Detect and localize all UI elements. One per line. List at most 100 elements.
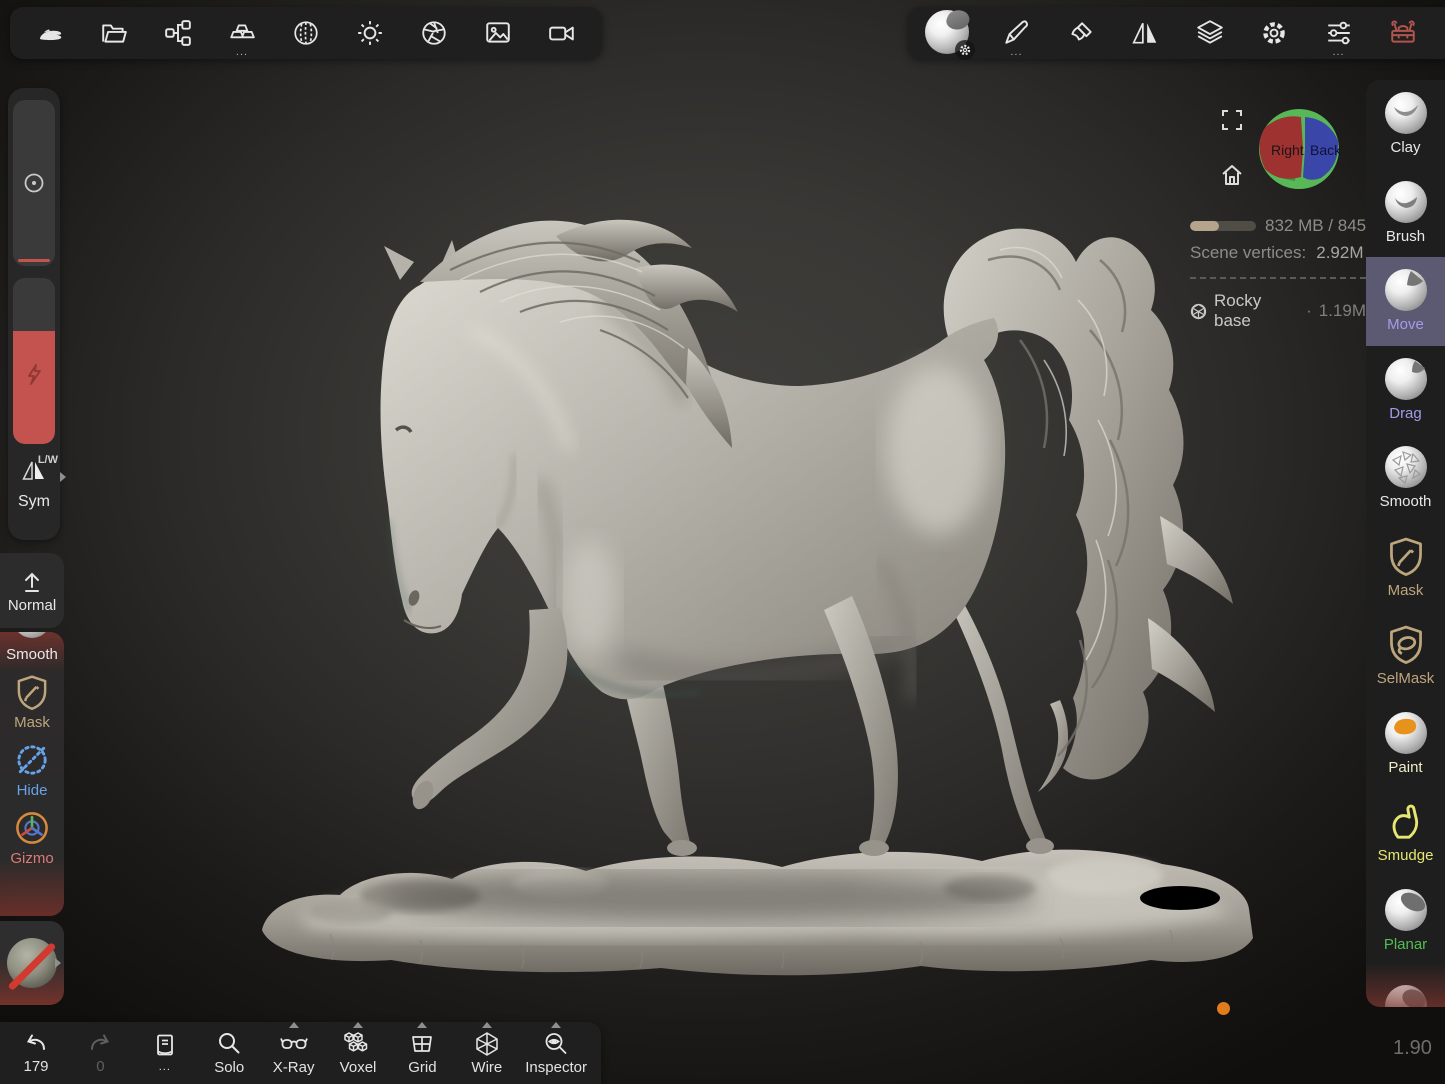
- orientation-sphere[interactable]: Right Back: [1257, 107, 1341, 196]
- app-logo-button[interactable]: [28, 10, 72, 56]
- horse-body: [381, 246, 1006, 699]
- tool-mask[interactable]: Mask: [1366, 523, 1445, 612]
- solo-button[interactable]: Solo: [203, 1031, 255, 1076]
- parameters-button[interactable]: ...: [1317, 10, 1361, 56]
- quick-tool-hide[interactable]: Hide: [0, 741, 64, 799]
- sun-icon: [356, 19, 384, 47]
- symmetry-button[interactable]: [1123, 10, 1167, 56]
- stroke-mode-label: Normal: [8, 597, 56, 614]
- fullscreen-button[interactable]: [1221, 109, 1243, 136]
- overflow-dots: ...: [236, 48, 248, 56]
- tool-label: Move: [1387, 316, 1424, 333]
- tool-smooth[interactable]: Smooth: [1366, 434, 1445, 523]
- near-hind-leg: [824, 596, 898, 856]
- top-right-toolbar: ... ...: [908, 7, 1445, 59]
- folder-icon: [100, 19, 128, 47]
- material-expand-arrow[interactable]: [55, 958, 61, 968]
- tool-planar[interactable]: Planar: [1366, 877, 1445, 966]
- nav-face-back[interactable]: Back: [1310, 142, 1342, 158]
- sidebar-scroll-fade: [1366, 963, 1445, 1007]
- intensity-slider[interactable]: [13, 278, 55, 444]
- active-object-vertices: 1.19M: [1319, 301, 1366, 321]
- undo-button[interactable]: 179: [10, 1032, 62, 1075]
- mirror-icon: [1131, 19, 1159, 47]
- sliders-icon: [1325, 19, 1353, 47]
- lighting-button[interactable]: [348, 10, 392, 56]
- stroke-button[interactable]: ...: [994, 10, 1038, 56]
- video-camera-icon: [548, 19, 576, 47]
- tool-drag[interactable]: Drag: [1366, 346, 1445, 435]
- symmetry-toggle[interactable]: L/W Sym: [8, 460, 60, 511]
- material-disabled-panel[interactable]: [0, 921, 64, 1005]
- normal-arrow-icon: [19, 568, 45, 594]
- toolbox-button[interactable]: [1381, 10, 1425, 56]
- material-sphere-icon: [7, 938, 57, 988]
- camera-button[interactable]: [540, 10, 584, 56]
- sym-expand-arrow[interactable]: [60, 472, 66, 482]
- tool-label: Smooth: [1380, 493, 1432, 510]
- rocky-base: [262, 850, 1253, 976]
- history-button[interactable]: ...: [139, 1033, 191, 1073]
- quick-tools-panel: Smooth Mask Hide Gizmo: [0, 632, 64, 916]
- object-separator: ·: [1306, 301, 1312, 321]
- panel-caret: [417, 1022, 427, 1028]
- grid-icon: [409, 1031, 435, 1057]
- brush-preview-button[interactable]: [922, 10, 974, 56]
- bottom-item-label: Solo: [214, 1059, 244, 1076]
- radius-slider-value: [18, 259, 50, 262]
- notebook-icon: [153, 1033, 177, 1059]
- move-sphere-icon: [1385, 269, 1427, 311]
- image-icon: [484, 19, 512, 47]
- node-graph-icon: [164, 19, 192, 47]
- background-button[interactable]: ...: [220, 10, 264, 56]
- bottom-item-label: Inspector: [525, 1059, 587, 1076]
- postprocess-button[interactable]: [412, 10, 456, 56]
- sculpt-viewport[interactable]: Right Back 832 MB / 845 M Scene vertices…: [0, 0, 1445, 1084]
- scene-info-panel: 832 MB / 845 M Scene vertices: 2.92M Roc…: [1190, 216, 1366, 331]
- separator-dashed: [1190, 277, 1366, 279]
- wire-button[interactable]: Wire: [461, 1031, 513, 1076]
- drag-sphere-icon: [1385, 358, 1427, 400]
- intensity-lightning-icon: [21, 361, 47, 387]
- grid-button[interactable]: Grid: [396, 1031, 448, 1076]
- tool-paint[interactable]: Paint: [1366, 700, 1445, 789]
- render-image-button[interactable]: [476, 10, 520, 56]
- mask-shield-icon: [1385, 535, 1427, 577]
- nav-face-right[interactable]: Right: [1271, 142, 1304, 158]
- scene-graph-button[interactable]: [156, 10, 200, 56]
- quick-tool-smooth[interactable]: Smooth: [0, 646, 64, 663]
- home-button[interactable]: [1220, 163, 1244, 192]
- tool-selmask[interactable]: SelMask: [1366, 611, 1445, 700]
- quick-tool-mask[interactable]: Mask: [0, 673, 64, 731]
- far-legs: [612, 576, 1054, 856]
- stroke-mode-panel[interactable]: Normal: [0, 553, 64, 628]
- intensity-slider-fill: [13, 331, 55, 444]
- selmask-shield-icon: [1385, 623, 1427, 665]
- tool-move-selected[interactable]: Move: [1366, 257, 1445, 346]
- inspector-eye-icon: [543, 1031, 569, 1057]
- radius-slider[interactable]: [13, 100, 55, 266]
- tool-clay[interactable]: Clay: [1366, 80, 1445, 169]
- mane: [420, 220, 738, 448]
- tool-smudge[interactable]: Smudge: [1366, 788, 1445, 877]
- quick-tool-gizmo[interactable]: Gizmo: [0, 809, 64, 867]
- zoom-level: 1.90: [1393, 1037, 1432, 1060]
- material-button[interactable]: [1059, 10, 1103, 56]
- settings-button[interactable]: [1252, 10, 1296, 56]
- redo-button[interactable]: 0: [74, 1032, 126, 1075]
- active-object-name[interactable]: Rocky base: [1214, 291, 1299, 331]
- layers-button[interactable]: [1188, 10, 1232, 56]
- raised-front-leg: [409, 608, 568, 812]
- bottom-item-label: Grid: [408, 1059, 436, 1076]
- memory-text: 832 MB / 845 M: [1265, 216, 1366, 236]
- voxel-button[interactable]: Voxel: [332, 1031, 384, 1076]
- bottom-item-label: Voxel: [340, 1059, 377, 1076]
- panel-caret: [289, 1022, 299, 1028]
- xray-button[interactable]: X-Ray: [268, 1031, 320, 1076]
- notification-dot[interactable]: [1217, 1002, 1230, 1015]
- matcap-sphere-icon: [292, 19, 320, 47]
- files-button[interactable]: [92, 10, 136, 56]
- inspector-button[interactable]: Inspector: [525, 1031, 587, 1076]
- matcap-button[interactable]: [284, 10, 328, 56]
- tool-brush[interactable]: Brush: [1366, 169, 1445, 258]
